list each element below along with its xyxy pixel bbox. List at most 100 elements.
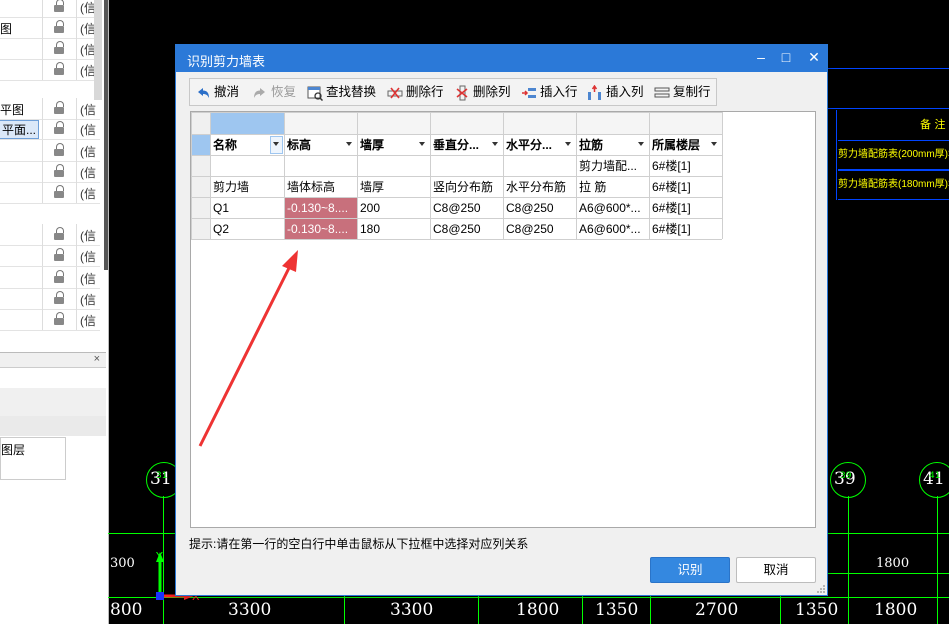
dialog-title: 识别剪力墙表	[187, 54, 266, 69]
layer-row[interactable]: (信	[0, 245, 100, 267]
grid-cell[interactable]: 竖向分布筋	[433, 177, 501, 197]
layer-row[interactable]: 平图 (信	[0, 98, 100, 120]
grid-cell[interactable]: -0.130~8....	[287, 198, 355, 218]
dropdown-arrow-icon[interactable]	[273, 142, 279, 146]
delete-column-button[interactable]: 删除列	[454, 81, 511, 103]
close-icon[interactable]: ✕	[804, 49, 824, 67]
lock-icon[interactable]	[54, 248, 64, 261]
layer-row[interactable]: (信	[0, 309, 100, 331]
recognize-button[interactable]: 识别	[650, 557, 730, 583]
grid-cell[interactable]: 水平分布筋	[506, 177, 574, 197]
lock-icon[interactable]	[54, 227, 64, 240]
sub-panel-header: ×	[0, 352, 106, 368]
column-mapping-header[interactable]: 水平分...	[506, 135, 563, 155]
lock-icon[interactable]	[54, 121, 64, 134]
grid-cell[interactable]: -0.130~8....	[287, 219, 355, 239]
grid-cell[interactable]: 200	[360, 198, 428, 218]
copy-row-button[interactable]: 复制行	[654, 81, 711, 103]
axis-y-label: Y	[156, 550, 163, 563]
grid-cell[interactable]: 6#楼[1]	[652, 156, 720, 176]
panel-scrollbar[interactable]	[94, 0, 102, 100]
dropdown-arrow-icon[interactable]	[638, 142, 644, 146]
minimize-icon[interactable]: –	[751, 49, 771, 67]
lock-icon[interactable]	[54, 20, 64, 33]
dialog-title-bar[interactable]: 识别剪力墙表 – □ ✕	[176, 45, 827, 72]
grid-cell[interactable]	[506, 156, 574, 176]
copy-row-icon	[654, 87, 670, 98]
dropdown-arrow-icon[interactable]	[346, 142, 352, 146]
resize-grip-icon[interactable]	[817, 585, 825, 593]
grid-cell[interactable]: 剪力墙配...	[579, 156, 647, 176]
lock-icon[interactable]	[54, 62, 64, 75]
grid-cell[interactable]	[360, 156, 428, 176]
layer-name: 平面...	[0, 120, 40, 139]
column-mapping-header[interactable]: 拉筋	[579, 135, 636, 155]
grid-cell[interactable]: C8@250	[506, 198, 574, 218]
dropdown-arrow-icon[interactable]	[711, 142, 717, 146]
layer-row[interactable]: (信	[0, 267, 100, 289]
grid-cell[interactable]: A6@600*...	[579, 198, 647, 218]
lock-icon[interactable]	[54, 185, 64, 198]
grid-cell[interactable]: 180	[360, 219, 428, 239]
data-grid[interactable]: 名称 标高 墙厚 垂直分... 水平分... 拉筋 所属楼层 剪力墙配... 6#楼[1] 剪力墙…	[190, 111, 816, 528]
grid-cell[interactable]: Q2	[213, 219, 282, 239]
layer-row[interactable]: (信	[0, 224, 100, 246]
grid-cell[interactable]: 6#楼[1]	[652, 198, 720, 218]
lock-icon[interactable]	[54, 101, 64, 114]
column-mapping-header[interactable]: 名称	[213, 135, 271, 155]
maximize-icon[interactable]: □	[776, 49, 796, 67]
lock-icon[interactable]	[54, 164, 64, 177]
layer-row[interactable]: 图 (信	[0, 17, 100, 39]
grid-cell[interactable]	[213, 156, 282, 176]
lock-icon[interactable]	[54, 143, 64, 156]
lock-icon[interactable]	[54, 0, 64, 12]
column-mapping-header[interactable]: 标高	[287, 135, 344, 155]
layer-row[interactable]: (信	[0, 38, 100, 60]
layer-row[interactable]: (信	[0, 161, 100, 183]
layer-info: (信	[80, 166, 96, 180]
column-mapping-header[interactable]: 墙厚	[360, 135, 417, 155]
grid-cell[interactable]: 6#楼[1]	[652, 177, 720, 197]
lock-icon[interactable]	[54, 270, 64, 283]
layer-row[interactable]: (信	[0, 59, 100, 81]
grid-cell[interactable]	[287, 156, 355, 176]
find-replace-button[interactable]: 查找替换	[307, 81, 376, 103]
dimension-text: 1350	[795, 600, 839, 620]
insert-column-button[interactable]: 插入列	[587, 81, 644, 103]
undo-icon	[198, 87, 209, 98]
lock-icon[interactable]	[54, 41, 64, 54]
close-icon[interactable]: ×	[94, 353, 100, 365]
layer-row[interactable]: (信	[0, 0, 100, 18]
redo-button[interactable]: 恢复	[252, 81, 296, 103]
dropdown-arrow-icon[interactable]	[565, 142, 571, 146]
grid-cell[interactable]: C8@250	[506, 219, 574, 239]
grid-cell[interactable]: 剪力墙	[213, 177, 282, 197]
column-mapping-header[interactable]: 所属楼层	[652, 135, 709, 155]
delete-row-button[interactable]: 删除行	[387, 81, 444, 103]
lock-icon[interactable]	[54, 291, 64, 304]
insert-row-button[interactable]: 插入行	[521, 81, 578, 103]
grid-cell[interactable]: Q1	[213, 198, 282, 218]
grid-cell[interactable]	[433, 156, 501, 176]
grid-cell[interactable]: C8@250	[433, 198, 501, 218]
grid-cell[interactable]: 6#楼[1]	[652, 219, 720, 239]
grid-cell[interactable]: 拉 筋	[579, 177, 647, 197]
panel-splitter[interactable]	[104, 0, 108, 270]
layer-row[interactable]: 平面... (信	[0, 118, 100, 140]
grid-cell[interactable]: A6@600*...	[579, 219, 647, 239]
dimension-text: 3300	[390, 600, 434, 620]
layer-row[interactable]: (信	[0, 288, 100, 310]
dropdown-arrow-icon[interactable]	[492, 142, 498, 146]
grid-cell[interactable]: C8@250	[433, 219, 501, 239]
layer-row[interactable]: (信	[0, 140, 100, 162]
sub-panel-cell[interactable]: 图层	[0, 437, 66, 460]
grid-cell[interactable]: 墙体标高	[287, 177, 355, 197]
grid-cell[interactable]: 墙厚	[360, 177, 428, 197]
undo-button[interactable]: 撤消	[195, 81, 239, 103]
sub-panel-cell[interactable]	[0, 459, 66, 480]
dropdown-arrow-icon[interactable]	[419, 142, 425, 146]
column-mapping-header[interactable]: 垂直分...	[433, 135, 490, 155]
lock-icon[interactable]	[54, 312, 64, 325]
cancel-button[interactable]: 取消	[736, 557, 816, 583]
layer-row[interactable]: (信	[0, 182, 100, 204]
